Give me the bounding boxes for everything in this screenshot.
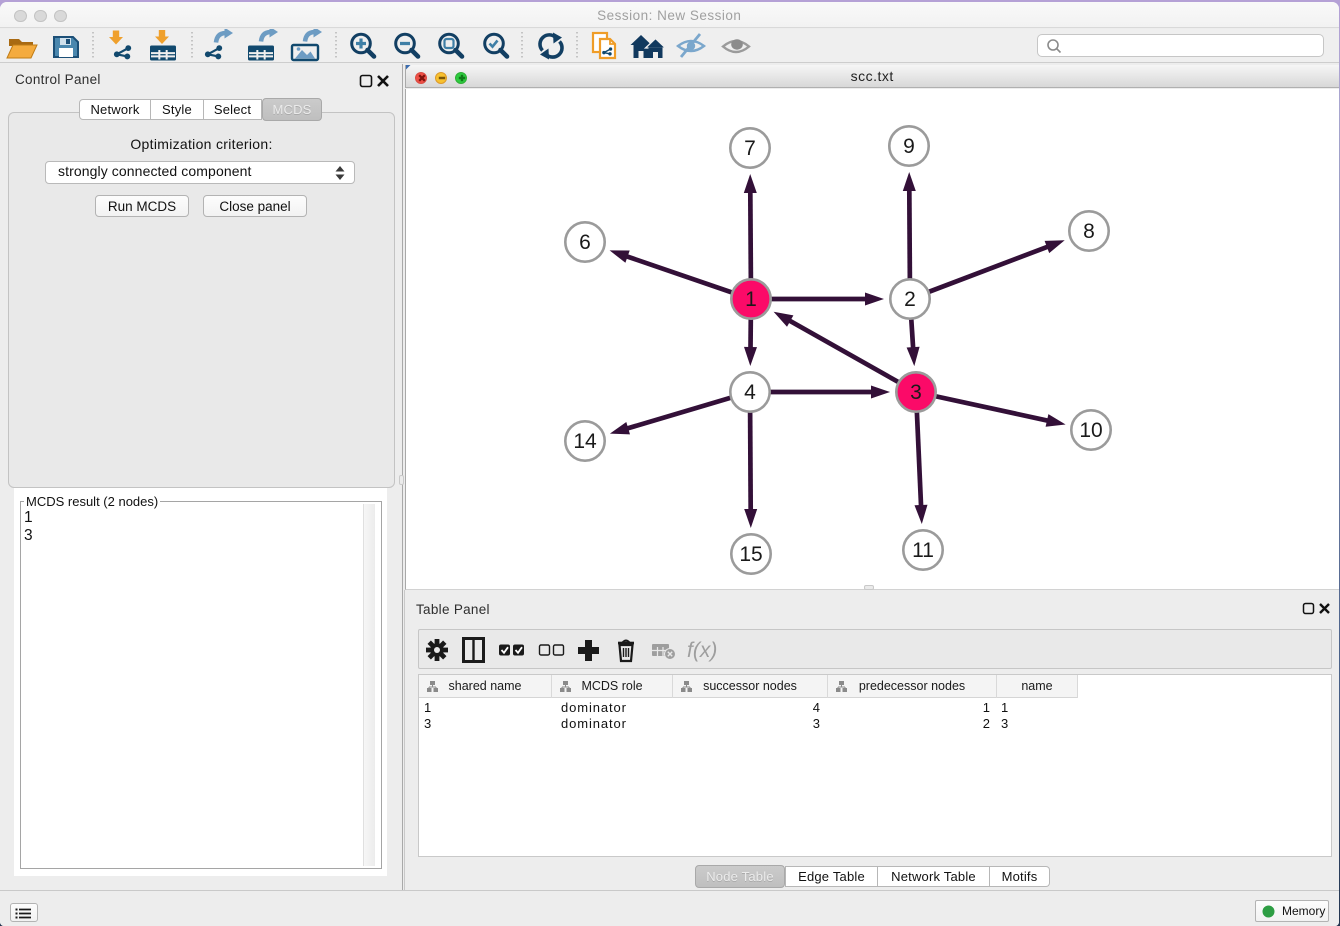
svg-text:4: 4: [744, 381, 756, 404]
svg-text:14: 14: [573, 430, 597, 453]
svg-text:11: 11: [912, 539, 934, 562]
svg-text:3: 3: [910, 381, 922, 404]
svg-text:10: 10: [1079, 419, 1102, 442]
svg-text:1: 1: [745, 288, 757, 311]
svg-text:2: 2: [904, 288, 916, 311]
svg-text:6: 6: [579, 231, 591, 254]
svg-text:9: 9: [903, 135, 915, 158]
svg-text:15: 15: [739, 543, 762, 566]
svg-text:8: 8: [1083, 220, 1095, 243]
svg-text:7: 7: [744, 137, 756, 160]
svg-text:f(x): f(x): [687, 639, 717, 662]
